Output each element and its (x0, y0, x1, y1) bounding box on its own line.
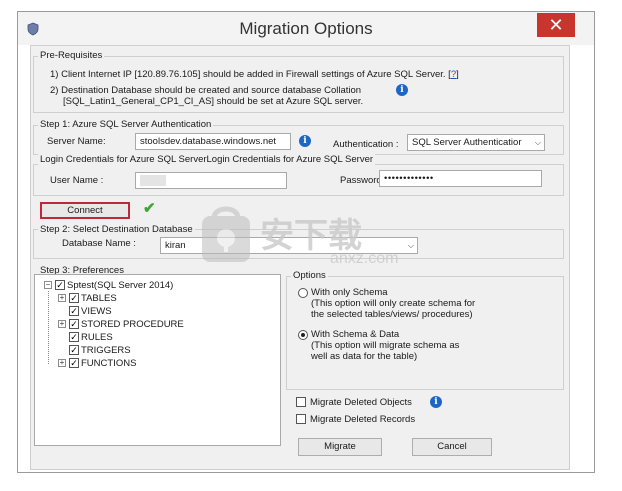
migrate-deleted-objects-checkbox[interactable] (296, 397, 306, 407)
tree-connector (48, 291, 49, 364)
login-credentials-heading: Login Credentials for Azure SQL ServerLo… (38, 154, 376, 165)
database-name-label: Database Name : (62, 238, 136, 249)
schema-and-data-radio[interactable] (298, 330, 308, 340)
collation-info-icon[interactable]: i (396, 84, 408, 96)
migrate-deleted-records-label: Migrate Deleted Records (310, 414, 416, 425)
watermark-logo (200, 204, 252, 264)
tree-item-views: VIEWS (81, 306, 112, 317)
tree-root-checkbox[interactable]: ✓ (55, 280, 65, 290)
tree-item-stored-procedure-checkbox[interactable]: ✓ (69, 319, 79, 329)
prereq-item-2-line-2: [SQL_Latin1_General_CP1_CI_AS] should be… (63, 96, 364, 107)
tree-item-views-checkbox[interactable]: ✓ (69, 306, 79, 316)
server-name-input[interactable]: stoolsdev.database.windows.net (135, 133, 291, 150)
expand-icon[interactable]: + (58, 320, 66, 328)
tree-item-tables-checkbox[interactable]: ✓ (69, 293, 79, 303)
authentication-label: Authentication : (333, 139, 399, 150)
close-icon: ✕ (548, 15, 564, 35)
migrate-button[interactable]: Migrate (298, 438, 382, 456)
tree-item-functions-checkbox[interactable]: ✓ (69, 358, 79, 368)
tree-item-triggers-checkbox[interactable]: ✓ (69, 345, 79, 355)
prereq-item-2-line-1: 2) Destination Database should be create… (50, 85, 362, 96)
migrate-deleted-objects-label: Migrate Deleted Objects (310, 397, 412, 408)
prereq-item-1: 1) Client Internet IP [120.89.76.105] sh… (50, 69, 459, 80)
collapse-icon[interactable]: − (44, 281, 52, 289)
deleted-objects-info-icon[interactable]: i (430, 396, 442, 408)
server-name-label: Server Name: (47, 136, 106, 147)
schema-only-radio[interactable] (298, 288, 308, 298)
schema-and-data-desc-2: well as data for the table) (311, 351, 418, 362)
expand-icon[interactable]: + (58, 294, 66, 302)
schema-only-label: With only Schema (311, 287, 388, 298)
migrate-deleted-records-checkbox[interactable] (296, 414, 306, 424)
prerequisites-heading: Pre-Requisites (38, 50, 105, 61)
schema-and-data-label: With Schema & Data (311, 329, 400, 340)
connect-button[interactable]: Connect (40, 202, 130, 219)
schema-only-desc-1: (This option will only create schema for (311, 298, 476, 309)
authentication-select[interactable]: SQL Server Authenticatior ⌵ (407, 134, 545, 151)
redacted-username (140, 175, 166, 186)
tree-item-functions: FUNCTIONS (81, 358, 137, 369)
expand-icon[interactable]: + (58, 359, 66, 367)
cancel-button[interactable]: Cancel (412, 438, 492, 456)
schema-and-data-desc-1: (This option will migrate schema as (311, 340, 460, 351)
password-input[interactable]: ••••••••••••• (379, 170, 542, 187)
tree-item-tables: TABLES (81, 293, 117, 304)
options-heading: Options (291, 270, 328, 281)
watermark-latin-text: anxz.com (330, 250, 399, 267)
tree-item-rules: RULES (81, 332, 113, 343)
step2-heading: Step 2: Select Destination Database (38, 224, 195, 235)
chevron-down-icon: ⌵ (407, 241, 414, 250)
window-title: Migration Options (239, 19, 373, 38)
close-button[interactable]: ✕ (537, 13, 575, 37)
tree-item-triggers: TRIGGERS (81, 345, 131, 356)
tree-item-stored-procedure: STORED PROCEDURE (81, 319, 184, 330)
chevron-down-icon: ⌵ (534, 138, 541, 147)
user-name-label: User Name : (50, 175, 104, 186)
connected-check-icon: ✔ (143, 200, 156, 217)
tree-root-label: Sptest(SQL Server 2014) (67, 280, 174, 291)
server-info-icon[interactable]: i (299, 135, 311, 147)
schema-only-desc-2: the selected tables/views/ procedures) (311, 309, 473, 320)
tree-item-rules-checkbox[interactable]: ✓ (69, 332, 79, 342)
step1-heading: Step 1: Azure SQL Server Authentication (38, 119, 214, 130)
